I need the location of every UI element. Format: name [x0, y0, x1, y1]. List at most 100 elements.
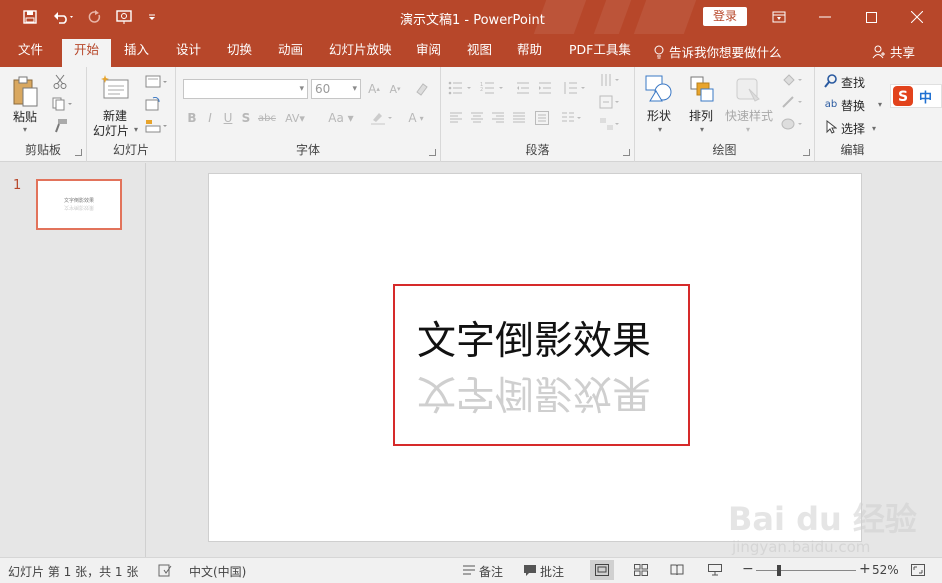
replace-dropdown-icon[interactable]: ▾: [875, 97, 885, 111]
reset-icon[interactable]: [143, 95, 163, 113]
columns-icon[interactable]: [559, 109, 585, 127]
tab-pdf-tools[interactable]: PDF工具集: [569, 39, 631, 67]
increase-indent-icon[interactable]: [535, 79, 555, 97]
line-spacing-icon[interactable]: [561, 79, 589, 97]
presentation-from-start-icon[interactable]: [114, 7, 136, 27]
quick-styles-icon[interactable]: [733, 73, 765, 105]
tell-me-search[interactable]: 告诉我你想要做什么: [653, 42, 782, 61]
text-direction-icon[interactable]: [597, 71, 623, 89]
input-method-badge[interactable]: S 中: [890, 84, 942, 108]
tab-review[interactable]: 审阅: [416, 39, 441, 67]
normal-view-icon[interactable]: [590, 560, 614, 580]
italic-icon[interactable]: I: [202, 109, 218, 127]
notes-label[interactable]: 备注: [479, 563, 503, 580]
paste-dropdown-icon[interactable]: ▾: [20, 125, 30, 134]
slideshow-icon[interactable]: [706, 562, 724, 578]
distributed-icon[interactable]: [533, 109, 551, 127]
slide-sorter-icon[interactable]: [632, 562, 650, 578]
shapes-label[interactable]: 形状: [647, 107, 671, 124]
maximize-icon[interactable]: [848, 0, 894, 34]
login-button[interactable]: 登录: [703, 7, 747, 26]
spell-check-icon[interactable]: [156, 562, 174, 578]
slide-thumbnail[interactable]: 文字倒影效果 文字倒影效果: [36, 179, 122, 230]
comments-label[interactable]: 批注: [540, 563, 564, 580]
redo-icon[interactable]: [85, 7, 105, 27]
reading-view-icon[interactable]: [668, 562, 686, 578]
align-center-icon[interactable]: [468, 109, 486, 127]
tab-transitions[interactable]: 切换: [227, 39, 252, 67]
clear-formatting-icon[interactable]: [412, 79, 432, 99]
replace-icon[interactable]: ab: [821, 95, 841, 113]
shape-fill-icon[interactable]: [779, 71, 807, 89]
font-launcher-icon[interactable]: [429, 149, 436, 156]
paste-icon[interactable]: [10, 75, 40, 109]
paragraph-launcher-icon[interactable]: [623, 149, 630, 156]
character-spacing-icon[interactable]: AV▾: [280, 109, 310, 127]
replace-label[interactable]: 替换: [841, 97, 865, 114]
decrease-font-size-icon[interactable]: A ▾: [386, 79, 404, 99]
tab-home[interactable]: 开始: [62, 39, 112, 67]
select-dropdown-icon[interactable]: ▾: [869, 121, 879, 135]
new-slide-label-2[interactable]: 幻灯片: [93, 122, 129, 139]
select-icon[interactable]: [823, 119, 839, 135]
decrease-indent-icon[interactable]: [513, 79, 533, 97]
section-icon[interactable]: [143, 117, 171, 135]
highlight-color-icon[interactable]: [368, 109, 396, 127]
font-color-icon[interactable]: A ▾: [402, 109, 430, 127]
underline-icon[interactable]: U: [220, 109, 236, 127]
shapes-icon[interactable]: [643, 73, 675, 105]
language-indicator[interactable]: 中文(中国): [189, 563, 246, 580]
ribbon-display-options-icon[interactable]: [756, 0, 802, 34]
zoom-out-button[interactable]: −: [742, 561, 754, 577]
layout-icon[interactable]: [143, 73, 171, 91]
shape-outline-icon[interactable]: [779, 93, 807, 111]
paste-label[interactable]: 粘贴: [13, 108, 37, 125]
tab-design[interactable]: 设计: [176, 39, 201, 67]
zoom-level[interactable]: 52%: [872, 563, 899, 577]
notes-icon[interactable]: [460, 562, 478, 578]
font-size-combobox[interactable]: 60 ▾: [311, 79, 361, 99]
tab-animations[interactable]: 动画: [278, 39, 303, 67]
strikethrough-icon[interactable]: abc: [256, 109, 278, 127]
quick-styles-label[interactable]: 快速样式: [725, 107, 773, 124]
format-painter-icon[interactable]: [50, 117, 70, 135]
close-icon[interactable]: [894, 0, 940, 34]
zoom-slider-thumb[interactable]: [777, 565, 782, 576]
clipboard-launcher-icon[interactable]: [75, 149, 82, 156]
increase-font-size-icon[interactable]: A ▴: [365, 79, 383, 99]
undo-icon[interactable]: [50, 7, 78, 27]
tab-insert[interactable]: 插入: [124, 39, 149, 67]
text-shadow-icon[interactable]: S: [238, 109, 254, 127]
align-text-icon[interactable]: [597, 93, 623, 111]
tab-slideshow[interactable]: 幻灯片放映: [329, 39, 392, 67]
drawing-launcher-icon[interactable]: [803, 149, 810, 156]
align-left-icon[interactable]: [447, 109, 465, 127]
find-label[interactable]: 查找: [841, 74, 865, 91]
numbering-icon[interactable]: 12: [479, 79, 509, 97]
arrange-label[interactable]: 排列: [689, 107, 713, 124]
align-right-icon[interactable]: [489, 109, 507, 127]
share-button[interactable]: 共享: [872, 42, 915, 61]
customize-icon[interactable]: [142, 7, 162, 27]
bullets-icon[interactable]: [447, 79, 477, 97]
select-label[interactable]: 选择: [841, 120, 865, 137]
arrange-icon[interactable]: [687, 73, 717, 105]
zoom-in-button[interactable]: +: [859, 561, 871, 577]
smartart-icon[interactable]: [597, 115, 623, 133]
tab-view[interactable]: 视图: [467, 39, 492, 67]
find-icon[interactable]: [823, 73, 839, 89]
comments-icon[interactable]: [521, 562, 539, 578]
new-slide-dropdown-icon[interactable]: ▾: [131, 124, 141, 134]
cut-icon[interactable]: [50, 73, 70, 91]
slide-text[interactable]: 文字倒影效果: [417, 310, 651, 366]
minimize-icon[interactable]: [802, 0, 848, 34]
bold-icon[interactable]: B: [184, 109, 200, 127]
fit-to-window-icon[interactable]: [909, 562, 927, 578]
new-slide-icon[interactable]: [99, 73, 131, 103]
tab-help[interactable]: 帮助: [517, 39, 542, 67]
change-case-icon[interactable]: Aa ▾: [326, 109, 356, 127]
copy-icon[interactable]: [50, 95, 76, 113]
quick-styles-dropdown-icon[interactable]: ▾: [743, 124, 753, 134]
shapes-dropdown-icon[interactable]: ▾: [655, 124, 665, 134]
save-icon[interactable]: [20, 7, 40, 27]
